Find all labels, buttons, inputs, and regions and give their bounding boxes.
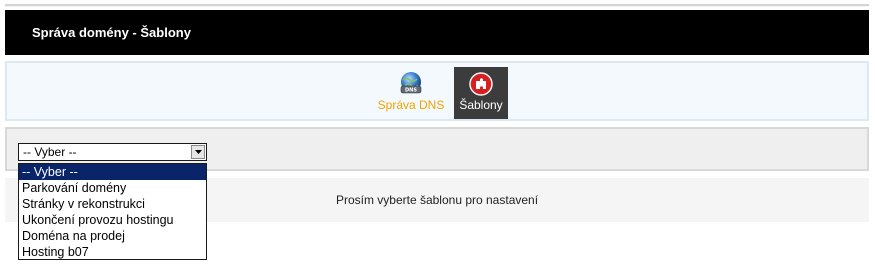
page-title: Správa domény - Šablony [32, 25, 191, 40]
template-select-dropdown: -- Vyber -- Parkování domény Stránky v r… [18, 163, 207, 260]
dns-globe-icon: DNS [400, 72, 422, 94]
template-select[interactable]: -- Vyber -- [18, 143, 207, 161]
section-nav: DNS Správa DNS Šablony [5, 61, 869, 121]
top-divider [5, 4, 869, 7]
page-header: Správa domény - Šablony [5, 10, 869, 55]
select-option[interactable]: Stránky v rekonstrukci [19, 196, 206, 212]
chevron-down-icon[interactable] [191, 145, 205, 159]
select-option[interactable]: Ukončení provozu hostingu [19, 212, 206, 228]
select-option[interactable]: -- Vyber -- [19, 164, 206, 180]
template-select-value: -- Vyber -- [23, 145, 77, 159]
nav-item-templates[interactable]: Šablony [454, 67, 508, 119]
select-option[interactable]: Hosting b07 [19, 244, 206, 260]
nav-label-templates: Šablony [459, 98, 503, 112]
nav-label-dns: Správa DNS [377, 98, 445, 112]
svg-text:DNS: DNS [405, 88, 417, 94]
templates-icon [469, 72, 493, 96]
select-option[interactable]: Doména na prodej [19, 228, 206, 244]
nav-item-dns[interactable]: DNS Správa DNS [375, 67, 447, 119]
select-option[interactable]: Parkování domény [19, 180, 206, 196]
